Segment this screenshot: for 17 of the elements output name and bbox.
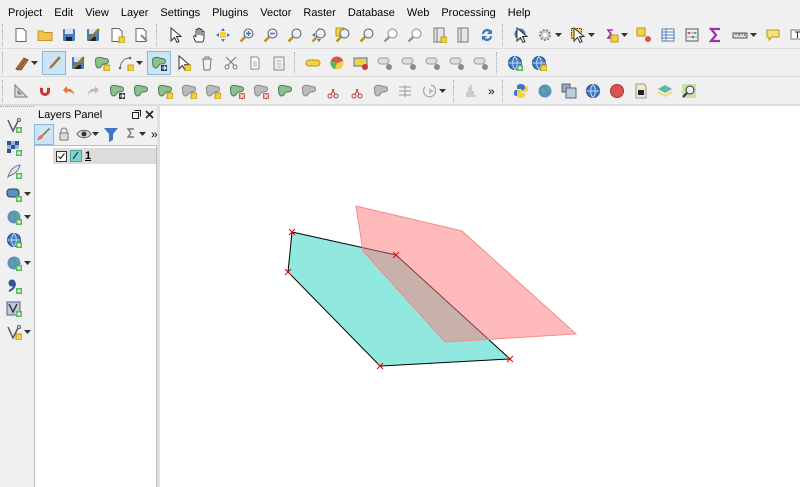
menu-item[interactable]: Raster	[297, 6, 342, 18]
menu-item[interactable]: Help	[502, 6, 536, 18]
layer-name: 1	[85, 150, 92, 162]
menu-item[interactable]: Processing	[435, 6, 502, 18]
menu-item[interactable]: Project	[2, 6, 48, 18]
menu-item[interactable]: View	[79, 6, 115, 18]
menu-item[interactable]: Layer	[114, 6, 154, 18]
menu-item[interactable]: Settings	[154, 6, 206, 18]
menu-item[interactable]: Vector	[254, 6, 298, 18]
overflow-chevron[interactable]: »	[484, 84, 499, 98]
menu-item[interactable]: Plugins	[206, 6, 254, 18]
layer-row[interactable]: 1	[53, 148, 156, 164]
menu-item[interactable]: Edit	[48, 6, 80, 18]
menu-item[interactable]: Database	[342, 6, 401, 18]
overflow-chevron[interactable]: »	[148, 127, 158, 141]
menu-item[interactable]: Web	[400, 6, 436, 18]
panel-title: Layers Panel	[38, 108, 104, 120]
